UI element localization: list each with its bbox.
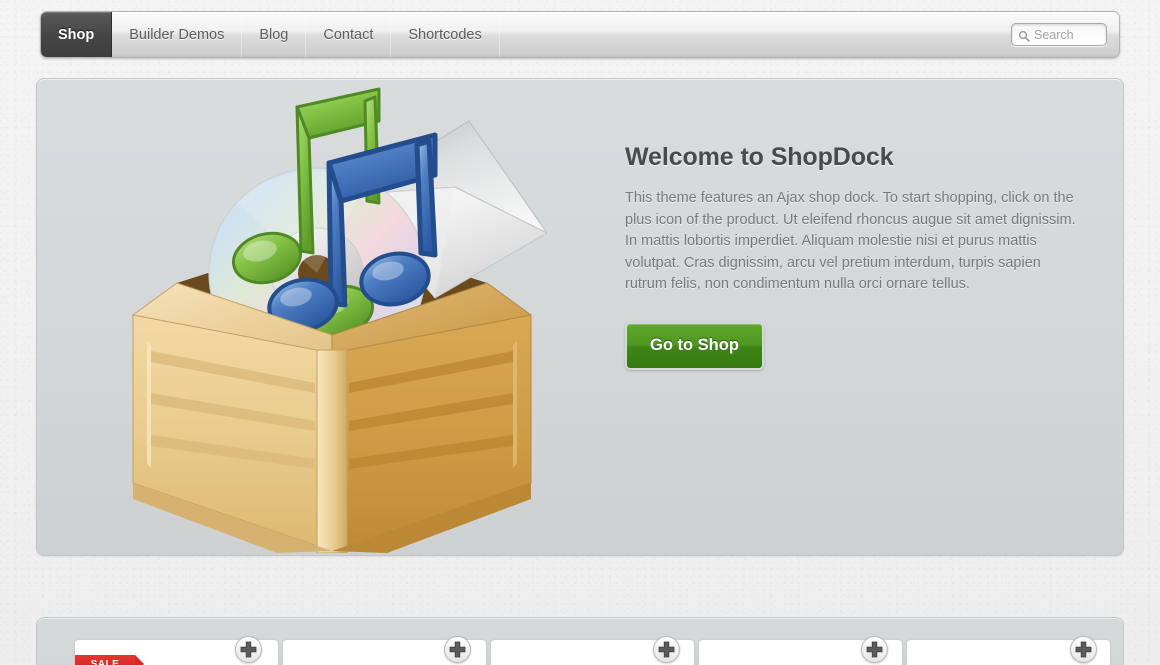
hero-panel: Welcome to ShopDock This theme features … [36,78,1124,556]
nav-item-label: Builder Demos [129,26,225,43]
nav-item-label: Shortcodes [408,26,482,43]
plus-icon [654,637,679,662]
hero-text-block: Welcome to ShopDock This theme features … [625,143,1085,370]
nav-item-label: Shop [58,26,95,43]
search-input[interactable] [1034,27,1106,42]
plus-icon [862,637,887,662]
add-to-cart-plus-button[interactable] [235,636,262,663]
hero-paragraph: This theme features an Ajax shop dock. T… [625,190,1076,292]
add-to-cart-plus-button[interactable] [653,636,680,663]
nav-item-list: Shop Builder Demos Blog Contact Shortcod… [41,12,500,57]
add-to-cart-plus-button[interactable] [1070,636,1097,663]
nav-item-blog[interactable]: Blog [242,12,307,57]
add-to-cart-plus-button[interactable] [444,636,471,663]
plus-icon [236,637,261,662]
nav-item-builder-demos[interactable]: Builder Demos [112,12,243,57]
wooden-crate-with-media-illustration [117,83,548,554]
add-to-cart-plus-button[interactable] [861,636,888,663]
search-area [1011,12,1119,57]
nav-item-shop[interactable]: Shop [41,12,113,57]
nav-item-label: Blog [259,26,289,43]
plus-icon [445,637,470,662]
search-box[interactable] [1011,23,1107,46]
page-root: Shop Builder Demos Blog Contact Shortcod… [0,0,1160,665]
search-icon [1018,29,1030,42]
page-title: Welcome to ShopDock [625,143,894,171]
nav-item-contact[interactable]: Contact [306,12,392,57]
go-to-shop-button[interactable]: Go to Shop [625,321,764,370]
main-navigation-bar: Shop Builder Demos Blog Contact Shortcod… [40,11,1120,58]
plus-icon [1071,637,1096,662]
nav-item-shortcodes[interactable]: Shortcodes [391,12,500,57]
sale-badge: SALE [75,655,144,665]
nav-item-label: Contact [323,26,374,43]
product-dock [36,617,1124,665]
